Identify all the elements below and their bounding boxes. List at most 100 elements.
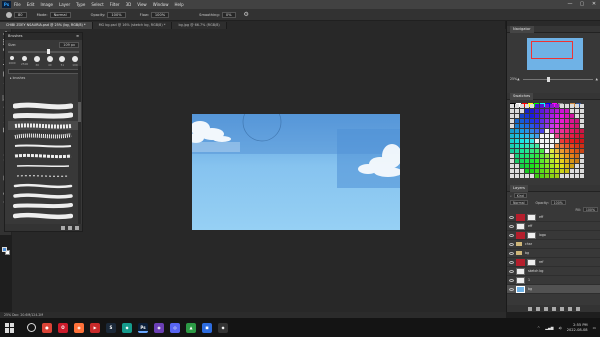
swatch[interactable] — [530, 174, 534, 178]
swatch[interactable] — [510, 119, 514, 123]
swatch[interactable] — [565, 149, 569, 153]
swatch[interactable] — [580, 154, 584, 158]
swatch[interactable] — [535, 114, 539, 118]
swatch[interactable] — [520, 104, 524, 108]
swatch[interactable] — [535, 174, 539, 178]
swatch[interactable] — [545, 129, 549, 133]
swatch[interactable] — [515, 164, 519, 168]
menu-view[interactable]: View — [137, 2, 147, 7]
navigator-zoom-value[interactable]: 25% — [510, 77, 517, 81]
swatch[interactable] — [560, 109, 564, 113]
taskbar-firefox-icon[interactable]: ◉ — [74, 322, 84, 333]
close-button[interactable]: ✕ — [588, 0, 600, 9]
swatch[interactable] — [515, 144, 519, 148]
swatch[interactable] — [530, 164, 534, 168]
swatch[interactable] — [570, 164, 574, 168]
swatch[interactable] — [545, 174, 549, 178]
swatch[interactable] — [530, 169, 534, 173]
swatch[interactable] — [560, 154, 564, 158]
swatch[interactable] — [555, 149, 559, 153]
swatch[interactable] — [520, 134, 524, 138]
swatch[interactable] — [570, 109, 574, 113]
eye-icon[interactable] — [509, 287, 514, 291]
swatch[interactable] — [570, 154, 574, 158]
adjustment-icon[interactable] — [552, 306, 556, 311]
swatch[interactable] — [525, 154, 529, 158]
swatch[interactable] — [515, 149, 519, 153]
scrollbar-thumb[interactable] — [78, 102, 81, 122]
fx-icon[interactable] — [536, 306, 540, 311]
swatch[interactable] — [535, 169, 539, 173]
swatch[interactable] — [530, 104, 534, 108]
swatch[interactable] — [580, 114, 584, 118]
swatch[interactable] — [535, 134, 539, 138]
swatch[interactable] — [535, 124, 539, 128]
swatch[interactable] — [575, 119, 579, 123]
swatch[interactable] — [560, 124, 564, 128]
link-layers-icon[interactable] — [528, 306, 532, 311]
menu-select[interactable]: Select — [91, 2, 103, 7]
swatch[interactable] — [520, 109, 524, 113]
swatch[interactable] — [525, 134, 529, 138]
swatch[interactable] — [515, 159, 519, 163]
brush-preset-icon[interactable] — [6, 11, 12, 18]
swatch[interactable] — [540, 114, 544, 118]
eye-icon[interactable] — [509, 242, 514, 246]
swatch[interactable] — [540, 129, 544, 133]
swatch[interactable] — [580, 169, 584, 173]
swatch[interactable] — [540, 174, 544, 178]
swatch[interactable] — [540, 119, 544, 123]
brush-preset-selected[interactable] — [8, 121, 78, 130]
menu-type[interactable]: Type — [76, 2, 85, 7]
swatch[interactable] — [575, 129, 579, 133]
brush-tip[interactable]: 1000 — [8, 56, 16, 67]
swatch[interactable] — [575, 104, 579, 108]
swatch[interactable] — [570, 114, 574, 118]
swatch[interactable] — [555, 134, 559, 138]
swatch[interactable] — [525, 129, 529, 133]
swatch[interactable] — [545, 139, 549, 143]
swatch[interactable] — [555, 169, 559, 173]
menu-layer[interactable]: Layer — [59, 2, 70, 7]
swatch[interactable] — [580, 109, 584, 113]
swatch[interactable] — [535, 164, 539, 168]
taskbar-app-red-icon[interactable]: ▶ — [90, 322, 100, 333]
swatch[interactable] — [550, 124, 554, 128]
menu-help[interactable]: Help — [174, 2, 183, 7]
brush-tip[interactable]: 51 — [58, 56, 66, 67]
swatch[interactable] — [565, 129, 569, 133]
swatch[interactable] — [510, 134, 514, 138]
swatch[interactable] — [565, 119, 569, 123]
swatch[interactable] — [540, 109, 544, 113]
swatch[interactable] — [530, 129, 534, 133]
swatch[interactable] — [565, 104, 569, 108]
search-icon[interactable] — [27, 323, 36, 332]
menu-file[interactable]: File — [14, 2, 21, 7]
swatch[interactable] — [540, 144, 544, 148]
swatch[interactable] — [560, 169, 564, 173]
layer-row[interactable]: eff — [507, 222, 600, 231]
swatch[interactable] — [515, 109, 519, 113]
minimize-button[interactable]: — — [564, 0, 576, 9]
swatch[interactable] — [555, 129, 559, 133]
swatch[interactable] — [560, 144, 564, 148]
brush-preset[interactable] — [8, 141, 78, 150]
swatch[interactable] — [515, 129, 519, 133]
mode-select[interactable]: Normal — [49, 11, 71, 18]
swatch[interactable] — [530, 154, 534, 158]
swatch[interactable] — [510, 104, 514, 108]
swatch[interactable] — [580, 174, 584, 178]
swatch[interactable] — [520, 119, 524, 123]
swatch[interactable] — [520, 124, 524, 128]
layer-row[interactable]: bg — [507, 285, 600, 294]
swatch[interactable] — [515, 174, 519, 178]
swatch[interactable] — [555, 109, 559, 113]
windows-start-icon[interactable] — [5, 322, 15, 333]
tab-chibi-zoey[interactable]: CHIBI ZOEY NSAURIA.psd @ 25% (bg, RGB/8)… — [0, 22, 93, 29]
layer-row[interactable]: char — [507, 240, 600, 249]
swatch[interactable] — [560, 119, 564, 123]
swatch[interactable] — [555, 139, 559, 143]
tab-bg-jpg[interactable]: bg.jpg @ 66.7% (RGB/8) — [172, 22, 227, 29]
swatch[interactable] — [530, 149, 534, 153]
swatch[interactable] — [555, 174, 559, 178]
